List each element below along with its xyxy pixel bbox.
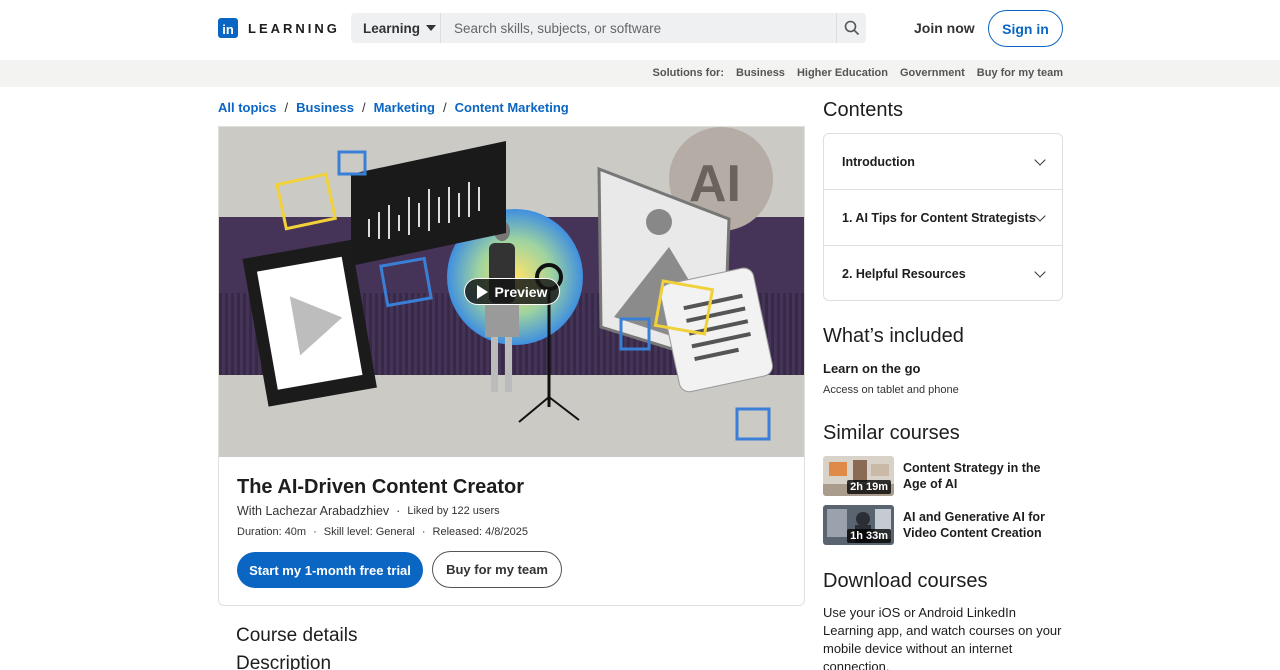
- search-button[interactable]: [836, 13, 866, 43]
- search-category-dropdown[interactable]: Learning: [351, 13, 440, 43]
- join-now-link[interactable]: Join now: [914, 20, 975, 36]
- search-bar: Learning: [351, 13, 866, 43]
- course-meta: Duration: 40m · Skill level: General · R…: [237, 526, 528, 538]
- svg-text:AI: AI: [689, 155, 741, 213]
- start-free-trial-button[interactable]: Start my 1-month free trial: [237, 552, 423, 588]
- buy-for-team-button[interactable]: Buy for my team: [432, 551, 562, 588]
- search-input[interactable]: [440, 13, 836, 43]
- course-author[interactable]: With Lachezar Arabadzhiev: [237, 504, 389, 518]
- breadcrumb: All topics / Business / Marketing / Cont…: [218, 100, 569, 115]
- course-thumbnail: 1h 33m: [823, 505, 894, 545]
- contents-heading: Contents: [823, 99, 904, 121]
- solutions-label: Solutions for:: [652, 67, 725, 79]
- similar-course-title: AI and Generative AI for Video Content C…: [903, 510, 1045, 540]
- search-icon: [844, 20, 859, 36]
- search-category-label: Learning: [363, 20, 421, 36]
- similar-course-title: Content Strategy in the Age of AI: [903, 461, 1041, 491]
- separator-dot: ·: [396, 504, 401, 518]
- top-header: in LEARNING Learning Join now Sign in: [0, 0, 1280, 60]
- breadcrumb-content-marketing[interactable]: Content Marketing: [455, 100, 569, 115]
- similar-courses-heading: Similar courses: [823, 422, 960, 444]
- play-icon: [476, 284, 488, 299]
- contents-item-label: 1. AI Tips for Content Strategists: [842, 210, 1036, 225]
- course-duration-badge: 2h 19m: [847, 480, 891, 494]
- learning-wordmark: LEARNING: [248, 20, 340, 36]
- contents-item-label: Introduction: [842, 154, 915, 169]
- similar-course-item[interactable]: 2h 19m Content Strategy in the Age of AI: [823, 456, 1063, 498]
- contents-item-label: 2. Helpful Resources: [842, 267, 966, 281]
- caret-down-icon: [426, 25, 437, 31]
- chevron-down-icon: [1034, 210, 1046, 222]
- solutions-bar: Solutions for: Business Higher Education…: [0, 60, 1280, 87]
- author-line: With Lachezar Arabadzhiev · Liked by 122…: [237, 504, 500, 518]
- breadcrumb-separator: /: [284, 100, 289, 115]
- liked-count: Liked by 122 users: [407, 505, 500, 517]
- contents-item-helpful-resources[interactable]: 2. Helpful Resources: [824, 246, 1062, 302]
- similar-course-item[interactable]: 1h 33m AI and Generative AI for Video Co…: [823, 505, 1063, 547]
- learn-on-the-go-title: Learn on the go: [823, 361, 921, 376]
- solutions-higher-education-link[interactable]: Higher Education: [797, 67, 888, 79]
- sign-in-button[interactable]: Sign in: [988, 10, 1063, 47]
- chevron-down-icon: [1034, 266, 1046, 278]
- course-preview-image[interactable]: AI Preview: [218, 126, 805, 457]
- whats-included-heading: What’s included: [823, 325, 964, 347]
- learn-on-the-go-subtitle: Access on tablet and phone: [823, 384, 959, 396]
- contents-item-introduction[interactable]: Introduction: [824, 134, 1062, 190]
- course-duration-badge: 1h 33m: [847, 529, 891, 543]
- contents-accordion: Introduction 1. AI Tips for Content Stra…: [823, 133, 1063, 301]
- solutions-business-link[interactable]: Business: [736, 67, 785, 79]
- breadcrumb-all-topics[interactable]: All topics: [218, 100, 277, 115]
- download-courses-heading: Download courses: [823, 570, 988, 592]
- course-details-heading: Course details: [236, 625, 358, 646]
- course-duration: Duration: 40m: [237, 526, 307, 538]
- separator-dot: ·: [421, 526, 426, 538]
- breadcrumb-business[interactable]: Business: [296, 100, 354, 115]
- course-thumbnail: 2h 19m: [823, 456, 894, 496]
- course-title: The AI-Driven Content Creator: [237, 476, 525, 498]
- course-skill-level: Skill level: General: [323, 526, 415, 538]
- breadcrumb-separator: /: [442, 100, 447, 115]
- preview-label: Preview: [494, 283, 548, 300]
- breadcrumb-marketing[interactable]: Marketing: [374, 100, 435, 115]
- contents-item-ai-tips[interactable]: 1. AI Tips for Content Strategists: [824, 190, 1062, 246]
- preview-button[interactable]: Preview: [464, 278, 560, 305]
- course-release-date: Released: 4/8/2025: [432, 526, 528, 538]
- breadcrumb-separator: /: [361, 100, 366, 115]
- linkedin-learning-logo[interactable]: in LEARNING: [218, 18, 340, 38]
- course-info-card: The AI-Driven Content Creator With Lache…: [218, 456, 805, 606]
- chevron-down-icon: [1034, 154, 1046, 166]
- linkedin-logo-icon: in: [218, 18, 238, 38]
- download-courses-text: Use your iOS or Android LinkedIn Learnin…: [823, 605, 1062, 670]
- description-heading: Description: [236, 653, 332, 670]
- separator-dot: ·: [313, 526, 317, 538]
- solutions-buy-for-team-link[interactable]: Buy for my team: [977, 67, 1063, 79]
- solutions-government-link[interactable]: Government: [900, 67, 965, 79]
